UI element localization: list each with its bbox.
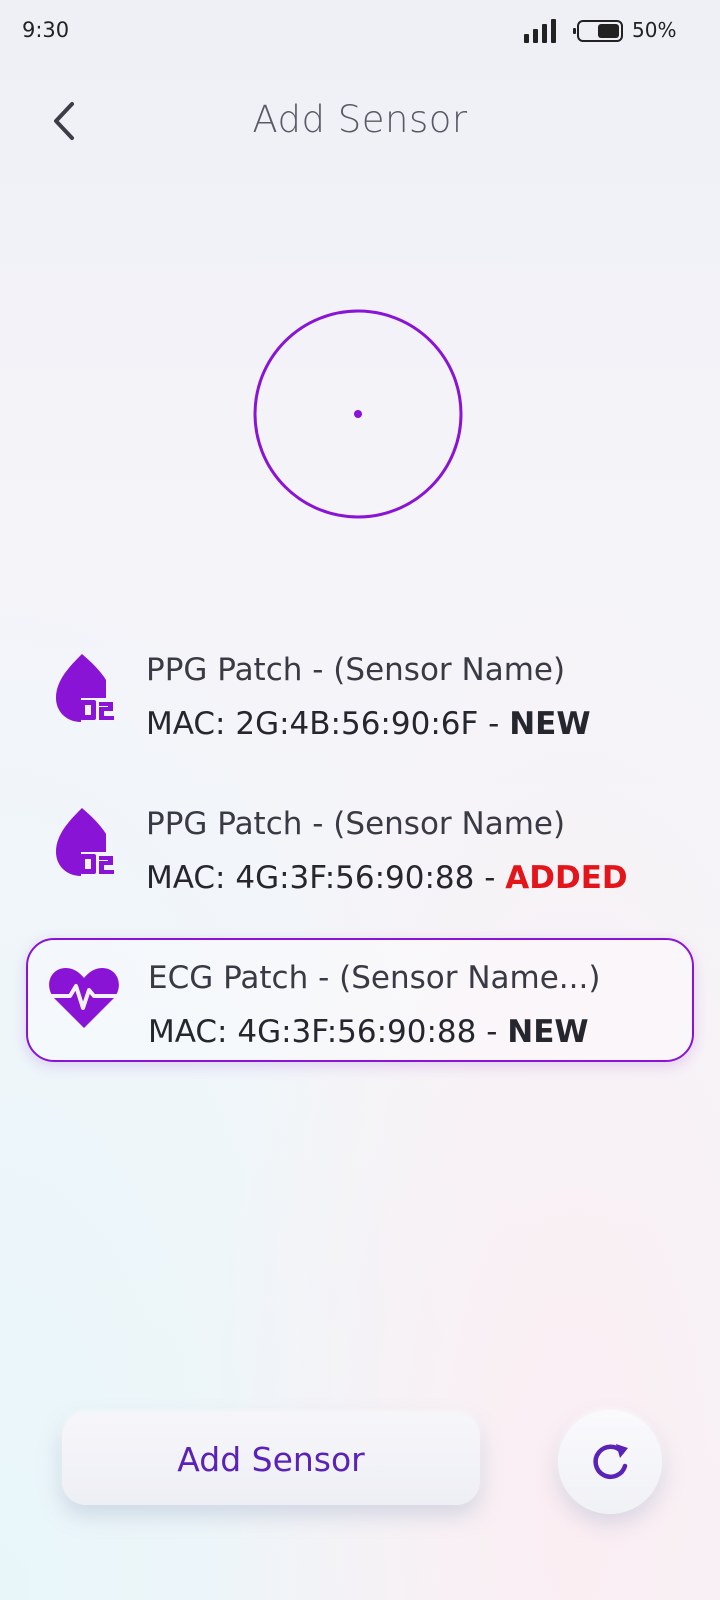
heart-pulse-icon xyxy=(49,968,119,1028)
battery-percentage: 50% xyxy=(632,18,677,42)
oxygen-drop-icon xyxy=(56,654,114,722)
sensor-mac: MAC: 4G:3F:56:90:88 - ADDED xyxy=(146,860,628,896)
sensor-name: PPG Patch - (Sensor Name) xyxy=(146,652,566,688)
sensor-name: PPG Patch - (Sensor Name) xyxy=(146,806,566,842)
sensor-mac-address: MAC: 2G:4B:56:90:6F - xyxy=(146,706,510,742)
battery-icon xyxy=(573,20,623,42)
sensor-mac: MAC: 4G:3F:56:90:88 - NEW xyxy=(148,1014,589,1050)
sensor-mac-address: MAC: 4G:3F:56:90:88 - xyxy=(148,1014,508,1050)
page-title: Add Sensor xyxy=(252,98,468,141)
status-badge: NEW xyxy=(507,1014,589,1050)
sensor-mac: MAC: 2G:4B:56:90:6F - NEW xyxy=(146,706,591,742)
oxygen-drop-icon xyxy=(56,808,114,876)
status-badge: ADDED xyxy=(505,860,628,896)
sensor-list-item[interactable]: PPG Patch - (Sensor Name) MAC: 4G:3F:56:… xyxy=(26,786,694,910)
refresh-button[interactable] xyxy=(558,1410,662,1514)
radar-icon xyxy=(253,309,463,519)
signal-icon xyxy=(524,19,556,43)
sensor-list-item-selected[interactable]: ECG Patch - (Sensor Name...) MAC: 4G:3F:… xyxy=(26,938,694,1062)
status-time: 9:30 xyxy=(22,18,70,42)
status-badge: NEW xyxy=(509,706,591,742)
add-sensor-button[interactable]: Add Sensor xyxy=(62,1413,480,1505)
sensor-name: ECG Patch - (Sensor Name...) xyxy=(148,960,601,996)
refresh-icon xyxy=(593,1444,628,1480)
status-bar: 9:30 50% xyxy=(0,0,720,64)
sensor-list-item[interactable]: PPG Patch - (Sensor Name) MAC: 2G:4B:56:… xyxy=(26,632,694,756)
sensor-mac-address: MAC: 4G:3F:56:90:88 - xyxy=(146,860,506,896)
